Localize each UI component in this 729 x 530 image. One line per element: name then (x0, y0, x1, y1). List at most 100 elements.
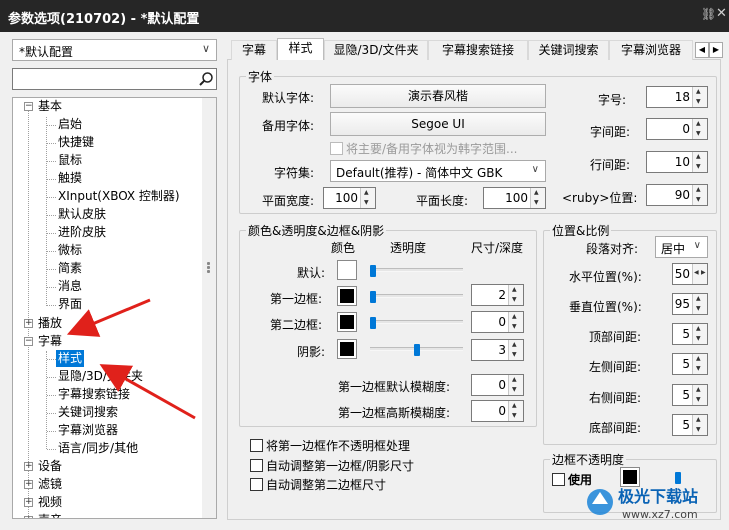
tab-subtitle-browser[interactable]: 字幕浏览器 (609, 40, 693, 60)
opaque-box-label: 将第一边框作不透明框处理 (266, 439, 411, 453)
charset-select[interactable]: Default(推荐) - 简体中文 GBK ∨ (330, 160, 546, 182)
expand-device-icon[interactable]: + (24, 462, 33, 471)
plane-length-value: 100 (505, 191, 528, 205)
hpos-spinner[interactable]: 50 ◀ ▶ (672, 263, 708, 285)
backup-font-button[interactable]: Segoe UI (330, 112, 546, 136)
tree-item-start[interactable]: 启始 (58, 116, 82, 133)
border1-color-swatch[interactable] (337, 286, 357, 306)
border2-opacity-slider[interactable] (370, 320, 463, 324)
tree-item-default-skin[interactable]: 默认皮肤 (58, 206, 106, 223)
font-size-spinner[interactable]: 18 ▲ ▼ (646, 86, 708, 108)
border2-row-label: 第二边框: (270, 318, 323, 332)
tree-item-mouse[interactable]: 鼠标 (58, 152, 82, 169)
tree-item-search-links[interactable]: 字幕搜索链接 (58, 386, 130, 403)
plane-length-spinner[interactable]: 100 ▲ ▼ (483, 187, 546, 209)
border2-size-spinner[interactable]: 0 ▲ ▼ (471, 311, 524, 333)
tree-item-xinput[interactable]: XInput(XBOX 控制器) (58, 188, 180, 205)
auto-border2-checkbox[interactable]: 自动调整第二边框尺寸 (250, 476, 386, 493)
default-color-swatch[interactable] (337, 260, 357, 280)
border1-opacity-thumb[interactable] (370, 291, 376, 303)
default-opacity-thumb[interactable] (370, 265, 376, 277)
font-group-legend: 字体 (248, 70, 273, 84)
pin-icon[interactable]: ⛓ (701, 7, 716, 21)
preset-select[interactable]: *默认配置 ∨ (12, 39, 217, 61)
tab-scroll-left-icon[interactable]: ◀ (695, 42, 709, 58)
title-bar: 参数选项(210702) - *默认配置 ⛓ ✕ (0, 0, 729, 32)
tree-item-basic[interactable]: 基本 (38, 98, 62, 115)
blur1-label: 第一边框默认模糊度: (338, 380, 451, 394)
korean-range-checkbox[interactable]: 将主要/备用字体视为韩字范围... (330, 140, 518, 157)
tree-item-device[interactable]: 设备 (38, 458, 62, 475)
tree-item-messages[interactable]: 消息 (58, 278, 82, 295)
shadow-size-spinner[interactable]: 3 ▲ ▼ (471, 339, 524, 361)
search-icon[interactable] (198, 71, 214, 87)
shadow-color-swatch[interactable] (337, 339, 357, 359)
tree-item-style[interactable]: 样式 (56, 350, 85, 367)
border2-color-swatch[interactable] (337, 312, 357, 332)
shadow-opacity-thumb[interactable] (413, 344, 420, 356)
chevron-down-icon: ∨ (531, 164, 539, 175)
tab-search-links[interactable]: 字幕搜索链接 (428, 40, 528, 60)
border1-size-spinner[interactable]: 2 ▲ ▼ (471, 284, 524, 306)
line-spacing-spinner[interactable]: 10 ▲ ▼ (646, 151, 708, 173)
opaque-box-checkbox[interactable]: 将第一边框作不透明框处理 (250, 437, 410, 454)
tree-item-video[interactable]: 视频 (38, 494, 62, 511)
tree-item-subtitle[interactable]: 字幕 (38, 333, 62, 350)
bottom-margin-spinner[interactable]: 5 ▲ ▼ (672, 414, 708, 436)
expand-playback-icon[interactable]: + (24, 319, 33, 328)
tree-item-playback[interactable]: 播放 (38, 315, 62, 332)
default-opacity-slider[interactable] (370, 268, 463, 272)
plane-length-label: 平面长度: (416, 194, 469, 208)
close-icon[interactable]: ✕ (716, 6, 727, 21)
tree-item-visibility[interactable]: 显隐/3D/文件夹 (58, 368, 143, 385)
expand-filter-icon[interactable]: + (24, 480, 33, 489)
align-select[interactable]: 居中 ∨ (655, 236, 708, 258)
vpos-spinner[interactable]: 95 ▲ ▼ (672, 293, 708, 315)
top-margin-spinner[interactable]: 5 ▲ ▼ (672, 323, 708, 345)
border1-opacity-slider[interactable] (370, 294, 463, 298)
border2-opacity-thumb[interactable] (370, 317, 376, 329)
tree-item-simple[interactable]: 简素 (58, 260, 82, 277)
expand-audio-icon[interactable]: + (24, 516, 33, 518)
tab-scroll-right-icon[interactable]: ▶ (709, 42, 723, 58)
tree-item-language-sync[interactable]: 语言/同步/其他 (58, 440, 138, 457)
tab-style[interactable]: 样式 (277, 38, 324, 60)
default-font-button[interactable]: 演示春风楷 (330, 84, 546, 108)
tab-keyword-search[interactable]: 关键词搜索 (528, 40, 609, 60)
blur2-spinner[interactable]: 0 ▲ ▼ (471, 400, 524, 422)
auto-border1-checkbox[interactable]: 自动调整第一边框/阴影尺寸 (250, 457, 414, 474)
char-spacing-spinner[interactable]: 0 ▲ ▼ (646, 118, 708, 140)
plane-width-spinner[interactable]: 100 ▲ ▼ (323, 187, 376, 209)
tree-item-audio[interactable]: 声音 (38, 512, 62, 518)
font-size-label: 字号: (598, 93, 627, 107)
right-margin-value: 5 (682, 388, 690, 402)
korean-range-label: 将主要/备用字体视为韩字范围... (346, 142, 518, 156)
tab-subtitle[interactable]: 字幕 (231, 40, 277, 60)
tree-item-subtitle-browser[interactable]: 字幕浏览器 (58, 422, 118, 439)
collapse-basic-icon[interactable]: − (24, 102, 33, 111)
settings-tree[interactable]: − 基本 启始 快捷键 鼠标 触摸 XInput(XBOX 控制器) 默认皮肤 … (12, 97, 217, 519)
search-input[interactable] (12, 68, 217, 90)
vpos-value: 95 (674, 297, 690, 311)
blur1-spinner[interactable]: 0 ▲ ▼ (471, 374, 524, 396)
tree-item-advanced-skin[interactable]: 进阶皮肤 (58, 224, 106, 241)
tree-item-hotkeys[interactable]: 快捷键 (58, 134, 94, 151)
right-margin-spinner[interactable]: 5 ▲ ▼ (672, 384, 708, 406)
watermark-name: 极光下载站 (618, 487, 698, 506)
tree-item-keyword-search[interactable]: 关键词搜索 (58, 404, 118, 421)
collapse-subtitle-icon[interactable]: − (24, 337, 33, 346)
col-opacity-header: 透明度 (390, 241, 427, 255)
left-margin-spinner[interactable]: 5 ▲ ▼ (672, 353, 708, 375)
tree-item-filter[interactable]: 滤镜 (38, 476, 62, 493)
tab-visibility[interactable]: 显隐/3D/文件夹 (324, 40, 428, 60)
auto-border2-label: 自动调整第二边框尺寸 (266, 478, 387, 492)
tree-item-interface[interactable]: 界面 (58, 296, 82, 313)
tree-scrollbar[interactable] (202, 98, 216, 518)
hpos-value: 50 (674, 267, 690, 281)
tree-item-touch[interactable]: 触摸 (58, 170, 82, 187)
expand-video-icon[interactable]: + (24, 498, 33, 507)
ruby-position-spinner[interactable]: 90 ▲ ▼ (646, 184, 708, 206)
tree-item-logo[interactable]: 微标 (58, 242, 82, 259)
font-size-value: 18 (674, 90, 690, 104)
plane-width-value: 100 (335, 191, 358, 205)
